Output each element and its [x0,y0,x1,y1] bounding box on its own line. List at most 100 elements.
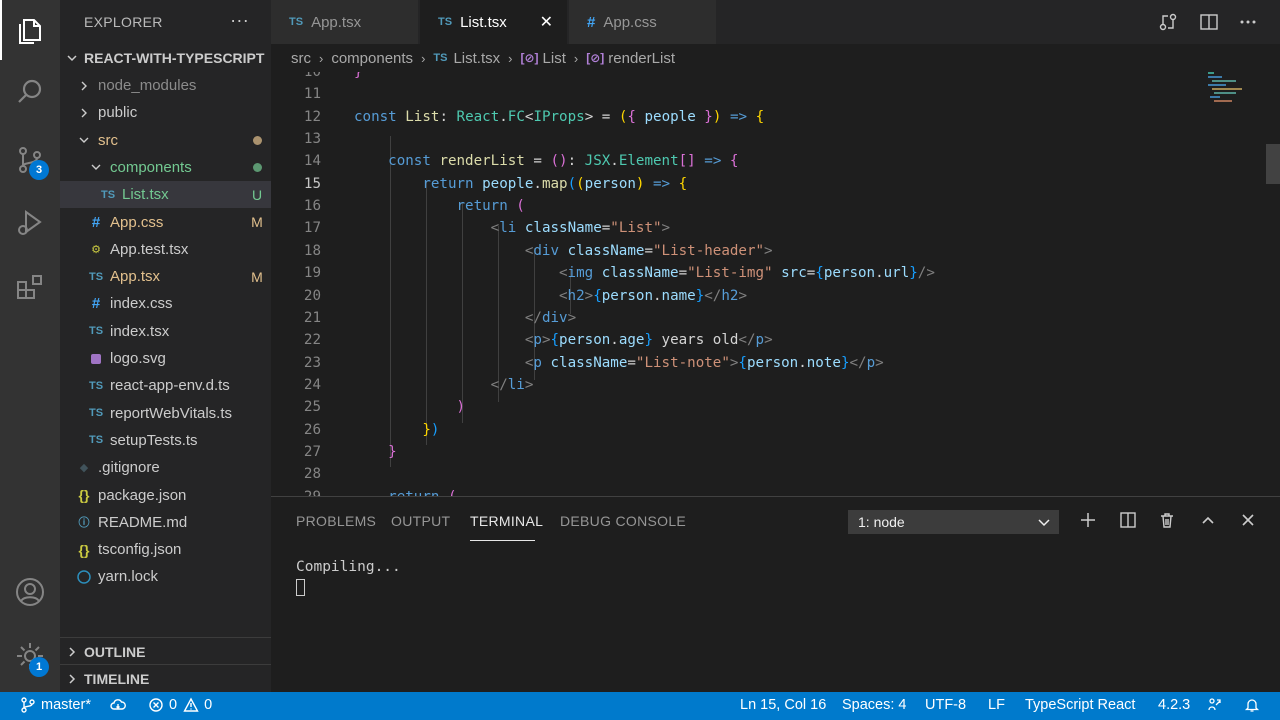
tree-item-react-app-env-d-ts[interactable]: TS react-app-env.d.ts [60,372,271,399]
code-line[interactable]: 13 [271,131,1280,153]
tree-item-list-tsx[interactable]: TS List.tsx U [60,181,271,209]
close-icon[interactable]: ✕ [540,12,553,32]
tree-item-src[interactable]: src [60,127,271,154]
outline-section-header[interactable]: OUTLINE [60,637,271,665]
more-actions-icon[interactable] [1238,12,1258,32]
tree-item-components[interactable]: components [60,154,271,181]
code-line[interactable]: 22 <p>{person.age} years old</p> [271,332,1280,354]
code-line[interactable]: 16 return ( [271,198,1280,220]
split-terminal-icon[interactable] [1119,511,1137,529]
code-text: const renderList = (): JSX.Element[] => … [388,153,739,170]
breadcrumb-item[interactable]: src [291,50,311,67]
source-control-icon[interactable]: 3 [0,130,60,190]
breadcrumb-item[interactable]: List [543,50,566,67]
typescript-file-icon: TS [100,188,116,201]
code-line[interactable]: 17 <li className="List"> [271,220,1280,242]
breadcrumb-item[interactable]: List.tsx [453,50,500,67]
code-text: <h2>{person.name}</h2> [559,287,747,304]
tab-problems[interactable]: PROBLEMS [296,513,376,529]
code-line[interactable]: 20 <h2>{person.name}</h2> [271,288,1280,310]
explorer-header: EXPLORER ··· [60,0,271,44]
code-line[interactable]: 11 [271,86,1280,108]
more-actions-icon[interactable]: ··· [230,10,249,31]
tab-output[interactable]: OUTPUT [391,513,450,529]
terminal-output[interactable]: Compiling... [296,559,401,575]
tree-item-app-tsx[interactable]: TS App.tsx M [60,263,271,290]
tree-item-yarn-lock[interactable]: yarn.lock [60,563,271,590]
notifications-bell-icon[interactable] [1244,697,1265,713]
code-line[interactable]: 24 </li> [271,377,1280,399]
code-line[interactable]: 25 ) [271,399,1280,421]
tab-debug-console[interactable]: DEBUG CONSOLE [560,513,686,529]
tree-item-logo-svg[interactable]: logo.svg [60,345,271,372]
language-mode[interactable]: TypeScript React [1025,697,1135,713]
active-tab-indicator [470,540,535,541]
manage-gear-icon[interactable]: 1 [0,626,60,686]
timeline-section-header[interactable]: TIMELINE [60,664,271,692]
code-line[interactable]: 28 [271,466,1280,488]
tree-item-node-modules[interactable]: node_modules [60,72,271,99]
cursor-position[interactable]: Ln 15, Col 16 [740,697,826,713]
explorer-icon[interactable] [0,0,60,60]
tree-item-label: logo.svg [110,350,166,367]
status-bar: master* 0 0 Ln 15, Col 16 Spaces: 4 UTF-… [0,692,1280,720]
close-panel-icon[interactable] [1239,511,1257,529]
extensions-icon[interactable] [0,258,60,318]
terminal-select[interactable]: 1: node [848,510,1059,534]
tab-terminal[interactable]: TERMINAL [470,513,543,529]
tree-item-package-json[interactable]: {} package.json [60,482,271,509]
code-line[interactable]: 19 <img className="List-img" src={person… [271,265,1280,287]
project-section-header[interactable]: REACT-WITH-TYPESCRIPT [60,44,271,72]
typescript-version[interactable]: 4.2.3 [1158,697,1190,713]
breadcrumb-item[interactable]: renderList [608,50,675,67]
tree-item-app-test-tsx[interactable]: ⚙ App.test.tsx [60,236,271,263]
tab-app-css[interactable]: # App.css [569,0,717,44]
tab-list-tsx[interactable]: TS List.tsx ✕ [420,0,568,44]
chevron-up-icon[interactable] [1199,511,1217,529]
code-line[interactable]: 26 }) [271,422,1280,444]
branch-indicator[interactable]: master* [20,697,91,713]
breadcrumb-item[interactable]: components [331,50,413,67]
code-line[interactable]: 18 <div className="List-header"> [271,243,1280,265]
problems-indicator[interactable]: 0 0 [148,697,212,713]
code-line[interactable]: 27 } [271,444,1280,466]
code-editor[interactable]: 10} 11 12 const List: React.FC<IProps> = ({… [271,72,1280,496]
feedback-icon[interactable] [1207,697,1228,713]
tree-item-setuptests-ts[interactable]: TS setupTests.ts [60,427,271,454]
sync-indicator[interactable] [110,697,131,713]
symbol-variable-icon: [⊘] [520,51,539,65]
editor-scrollbar[interactable] [1266,144,1280,184]
chevron-down-icon [86,161,106,173]
tree-item-gitignore[interactable]: ◆ .gitignore [60,454,271,481]
minimap[interactable] [1208,72,1268,132]
new-terminal-icon[interactable] [1079,511,1097,529]
tree-item-public[interactable]: public [60,99,271,126]
indentation-setting[interactable]: Spaces: 4 [842,697,907,713]
encoding-setting[interactable]: UTF-8 [925,697,966,713]
code-line[interactable]: 23 <p className="List-note">{person.note… [271,355,1280,377]
code-line[interactable]: 21 </div> [271,310,1280,332]
split-editor-icon[interactable] [1199,12,1219,32]
code-line[interactable]: 15 return people.map((person) => { [271,176,1280,198]
tree-item-index-css[interactable]: # index.css [60,290,271,317]
code-line[interactable]: 14 const renderList = (): JSX.Element[] … [271,153,1280,175]
tree-item-reportwebvitals-ts[interactable]: TS reportWebVitals.ts [60,400,271,427]
tab-app-tsx[interactable]: TS App.tsx [271,0,419,44]
trash-icon[interactable] [1158,511,1176,529]
search-icon[interactable] [0,62,60,122]
error-icon [149,698,163,712]
tree-item-index-tsx[interactable]: TS index.tsx [60,318,271,345]
tree-item-tsconfig-json[interactable]: {} tsconfig.json [60,536,271,563]
open-changes-icon[interactable] [1158,12,1178,32]
accounts-icon[interactable] [0,562,60,622]
tree-item-readme-md[interactable]: ⓘ README.md [60,509,271,536]
run-debug-icon[interactable] [0,192,60,252]
code-text: ) [456,399,466,416]
tree-item-app-css[interactable]: # App.css M [60,209,271,236]
code-line[interactable]: 10} [271,72,1280,86]
code-line[interactable]: 12 const List: React.FC<IProps> = ({ peop… [271,109,1280,131]
css-file-icon: # [91,213,101,231]
eol-setting[interactable]: LF [988,697,1005,713]
code-text: const List: React.FC<IProps> = ({ people… [354,108,765,125]
code-line[interactable]: 29 return ( [271,489,1280,496]
